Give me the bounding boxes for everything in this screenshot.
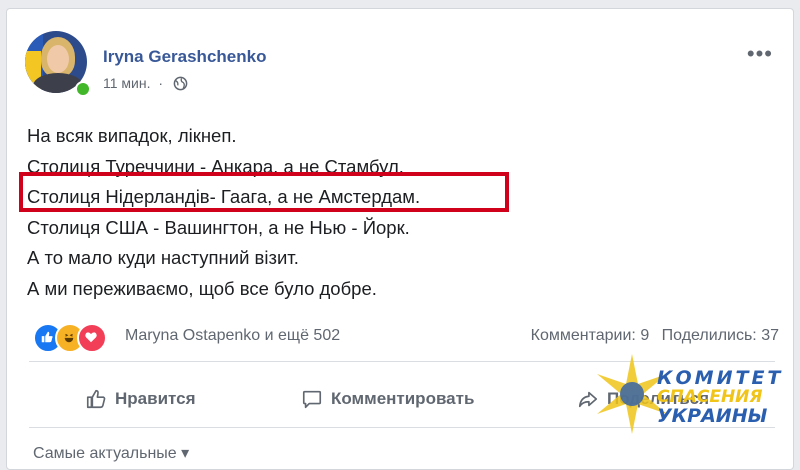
shares-count[interactable]: Поделились: 37 <box>662 327 779 344</box>
meta-separator: · <box>158 75 164 91</box>
post-time[interactable]: 11 мин. <box>103 75 151 91</box>
engagement-counts: Комментарии: 9 Поделились: 37 <box>531 327 779 345</box>
post-header: Iryna Gerashchenko 11 мин. · ••• <box>25 31 785 101</box>
globe-icon <box>173 76 188 94</box>
reactions-row: Maryna Ostapenko и ещё 502 Комментарии: … <box>33 323 783 353</box>
comment-button-label: Комментировать <box>331 389 475 408</box>
post-card: Iryna Gerashchenko 11 мин. · ••• На всяк… <box>6 8 794 470</box>
post-meta: 11 мин. · <box>103 75 188 94</box>
watermark-line: КОМИТЕТ <box>657 367 784 389</box>
comments-count[interactable]: Комментарии: 9 <box>531 327 650 344</box>
watermark-logo: КОМИТЕТ СПАСЕНИЯ УКРАИНЫ <box>587 349 797 449</box>
post-text: На всяк випадок, лікнеп. Столиця Туреччи… <box>27 121 767 304</box>
watermark-line: СПАСЕНИЯ <box>657 387 763 407</box>
post-line: А то мало куди наступний візит. <box>27 247 299 268</box>
more-options-icon[interactable]: ••• <box>747 41 773 67</box>
like-button-label: Нравится <box>115 389 196 408</box>
post-line: А ми переживаємо, щоб все було добре. <box>27 277 377 299</box>
like-button[interactable]: Нравится <box>85 383 196 415</box>
post-line: На всяк випадок, лікнеп. <box>27 125 237 146</box>
online-status-dot <box>75 81 91 97</box>
highlight-box <box>19 172 509 212</box>
post-line: Столиця США - Вашингтон, а не Нью - Йорк… <box>27 216 410 238</box>
comment-button[interactable]: Комментировать <box>301 383 474 415</box>
watermark-line: УКРАИНЫ <box>657 405 768 427</box>
comment-bubble-icon <box>302 390 322 409</box>
reactors-summary[interactable]: Maryna Ostapenko и ещё 502 <box>125 327 340 345</box>
love-icon[interactable] <box>77 323 107 353</box>
author-name[interactable]: Iryna Gerashchenko <box>103 47 266 67</box>
comment-sort-selector[interactable]: Самые актуальные ▾ <box>33 443 189 463</box>
thumbs-up-icon <box>86 389 106 409</box>
